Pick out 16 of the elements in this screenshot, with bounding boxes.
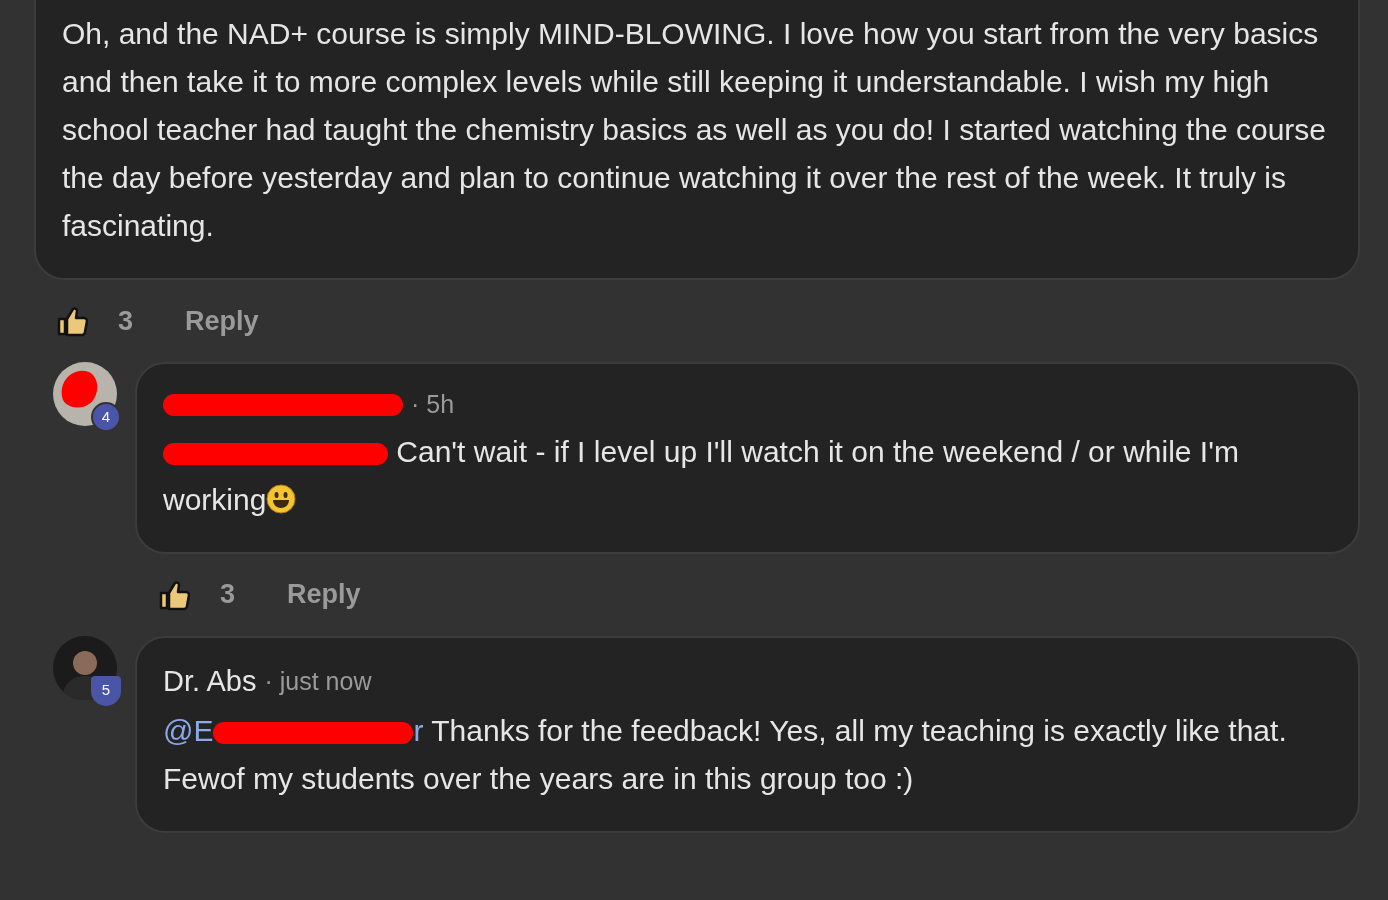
post-text: Oh, and the NAD+ course is simply MIND-BLOWING. I love how you start from the very basics and then take it to more complex levels while still keeping it understandable. I wish my high school teacher had taught the chemistry basics as well as you do! I started watching the course the day before yesterday and plan to continue watching it over the rest of the week. It truly is fascinating. bbox=[62, 16, 1327, 244]
timestamp: · just now bbox=[264, 665, 372, 697]
level-badge: 5 bbox=[91, 675, 121, 706]
like-count: 3 bbox=[220, 578, 236, 612]
mention-link[interactable]: r bbox=[413, 714, 424, 747]
timestamp: · 5h bbox=[411, 389, 455, 420]
reply-button[interactable]: Reply bbox=[287, 574, 361, 615]
reply-button[interactable]: Reply bbox=[185, 300, 259, 342]
author-name[interactable]: Dr. Abs bbox=[163, 659, 257, 703]
comment-text: @E r Thanks for the feedback! Yes, all my teaching is exactly like that. Fewof my students over the years are in this group too :) bbox=[163, 713, 1288, 797]
comment-text: Can't wait - if I level up I'll watch it on the weekend / or while I'm working bbox=[163, 433, 1240, 518]
like-count: 3 bbox=[118, 304, 134, 338]
mention-link[interactable]: @E bbox=[163, 714, 214, 747]
thumbs-up-icon[interactable] bbox=[56, 305, 88, 337]
thumbs-up-icon[interactable] bbox=[158, 578, 190, 611]
level-badge: 4 bbox=[91, 402, 121, 432]
